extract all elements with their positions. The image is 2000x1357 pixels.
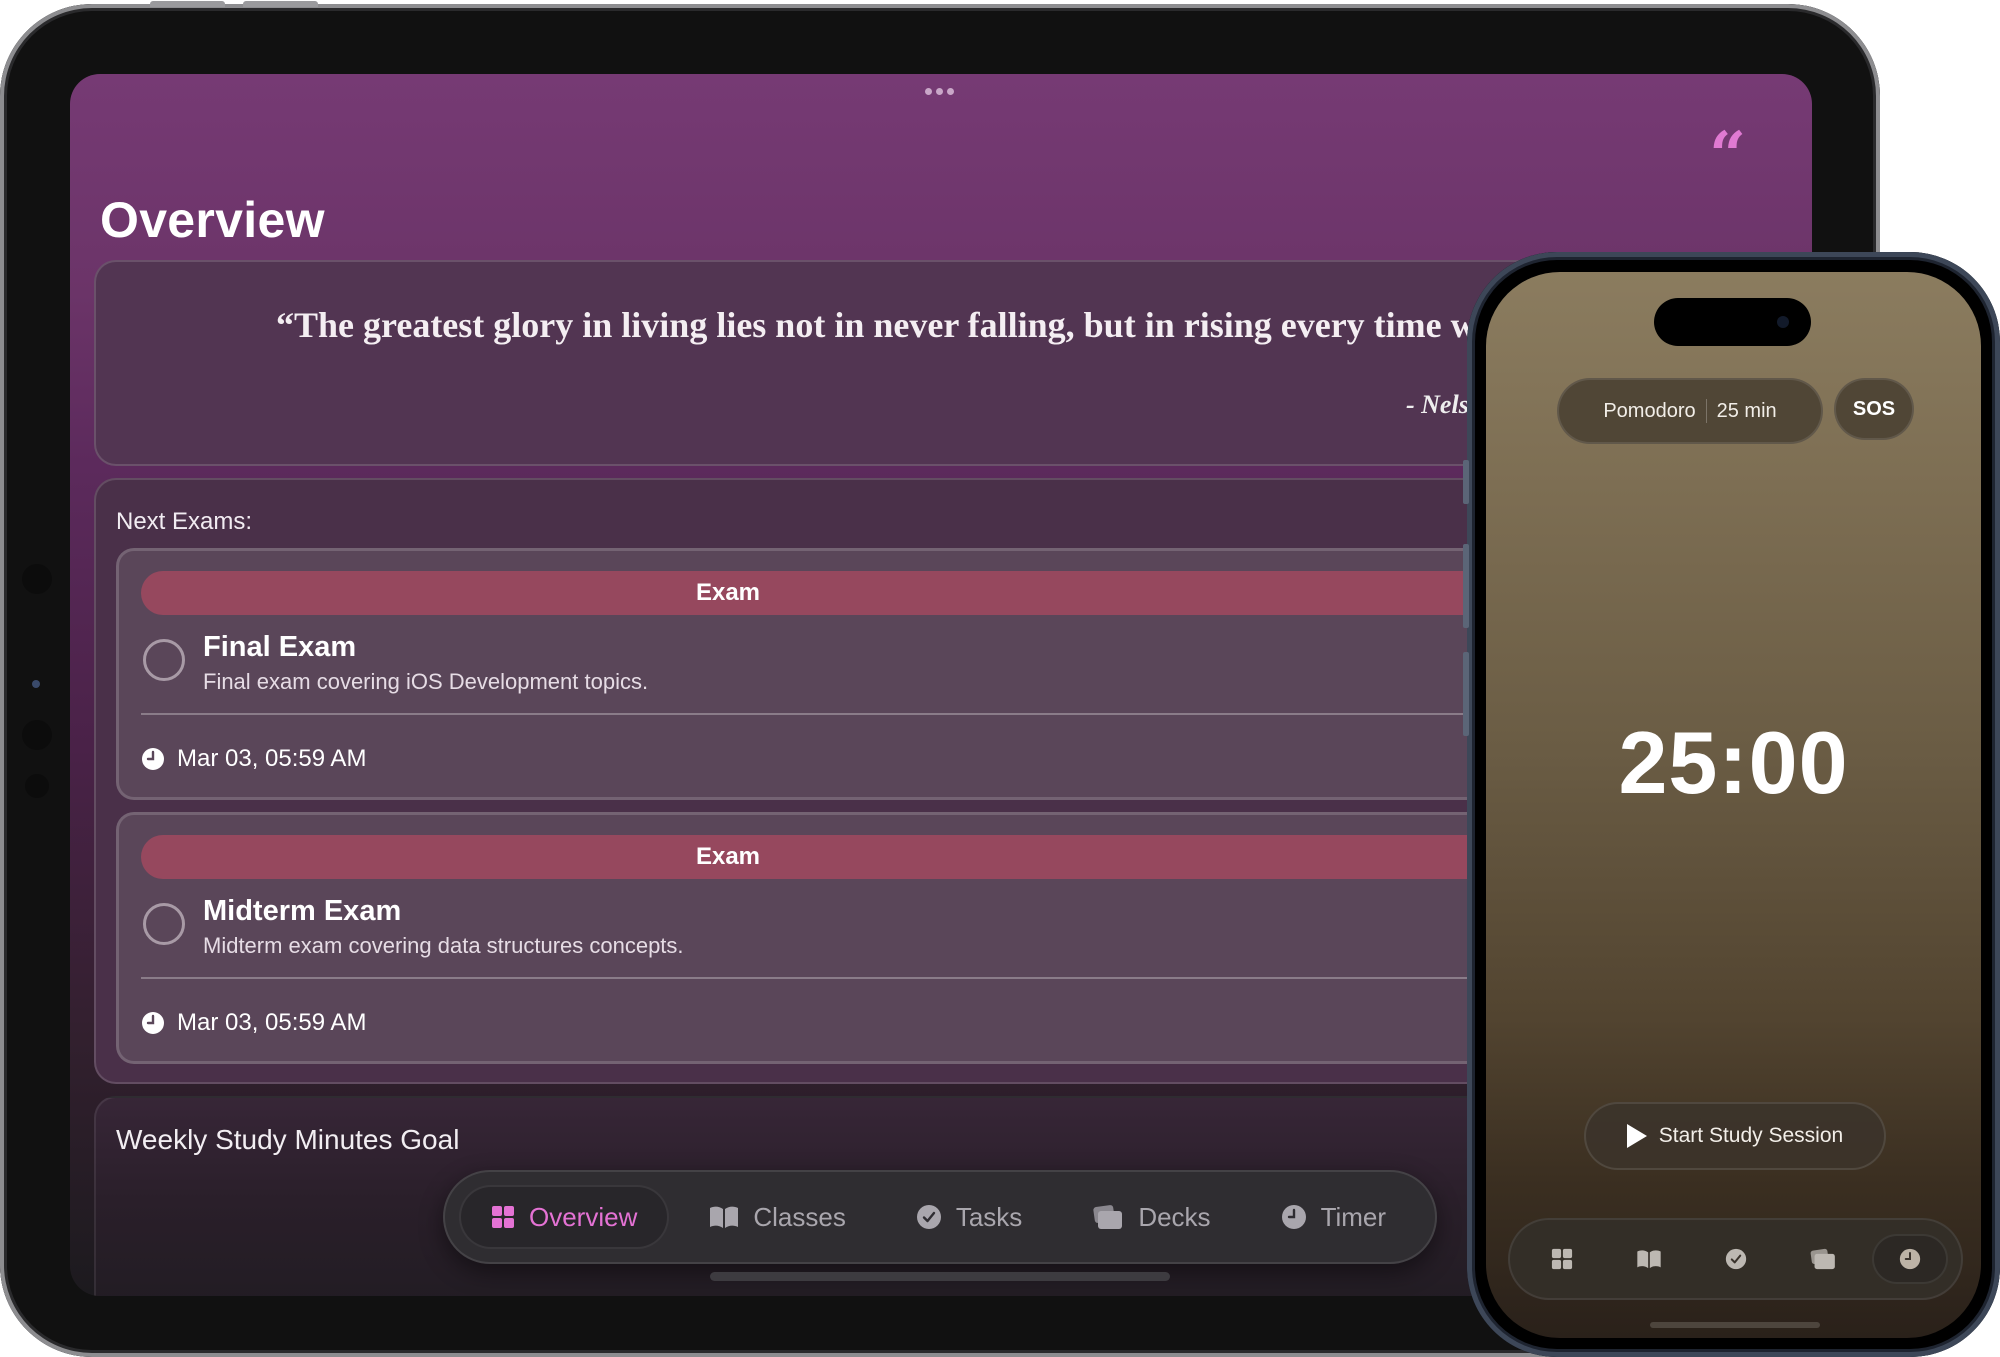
weekly-goal-title: Weekly Study Minutes Goal xyxy=(116,1124,460,1155)
clock-icon xyxy=(1281,1205,1306,1229)
tab-timer[interactable] xyxy=(1871,1234,1948,1284)
cards-icon xyxy=(1810,1248,1835,1270)
iphone-side-button xyxy=(1463,460,1469,504)
ipad-sensor xyxy=(25,774,49,798)
multitasking-ellipsis-icon[interactable] xyxy=(925,88,954,95)
tab-label: Classes xyxy=(753,1201,846,1232)
ipad-sensor xyxy=(22,564,52,594)
clock-icon xyxy=(1899,1248,1920,1270)
iphone-device: Pomodoro 25 min SOS 25:00 Start Study Se… xyxy=(1463,252,2000,1357)
tab-classes[interactable]: Classes xyxy=(679,1185,875,1249)
timer-display: 25:00 xyxy=(1618,713,1849,812)
exam-description: Final exam covering iOS Development topi… xyxy=(203,669,649,694)
tab-overview[interactable] xyxy=(1524,1234,1600,1284)
iphone-side-button xyxy=(1463,544,1469,628)
tab-label: Timer xyxy=(1320,1201,1387,1232)
iphone-screen: Pomodoro 25 min SOS 25:00 Start Study Se… xyxy=(1486,272,1981,1338)
start-button-label: Start Study Session xyxy=(1658,1124,1844,1147)
exam-title: Midterm Exam xyxy=(203,895,402,927)
exam-description: Midterm exam covering data structures co… xyxy=(203,933,684,958)
sos-button[interactable]: SOS xyxy=(1834,378,1914,440)
page-title: Overview xyxy=(100,192,325,248)
timer-mode-selector[interactable]: Pomodoro 25 min xyxy=(1557,378,1823,444)
mode-duration: 25 min xyxy=(1716,399,1777,422)
cards-icon xyxy=(1093,1205,1123,1229)
exam-tag-label: Exam xyxy=(695,843,761,870)
tab-classes[interactable] xyxy=(1611,1234,1687,1284)
exam-datetime-text: Mar 03, 05:59 AM xyxy=(177,745,367,772)
ipad-sensor xyxy=(22,720,52,750)
iphone-tab-bar xyxy=(1508,1218,1963,1300)
dynamic-island xyxy=(1654,298,1811,346)
home-indicator[interactable] xyxy=(1650,1322,1820,1328)
ipad-tab-bar: Overview Classes Tasks Decks Timer xyxy=(443,1170,1437,1264)
quote-text: “The greatest glory in living lies not i… xyxy=(276,305,1579,345)
tab-tasks[interactable]: Tasks xyxy=(886,1185,1052,1249)
ipad-top-button xyxy=(243,1,318,7)
front-camera xyxy=(1777,316,1789,328)
tab-decks[interactable]: Decks xyxy=(1062,1185,1240,1249)
tab-label: Decks xyxy=(1138,1201,1211,1232)
iphone-side-button xyxy=(1463,652,1469,736)
clock-icon xyxy=(141,747,165,771)
exam-tag-label: Exam xyxy=(695,579,761,606)
checkmark-circle-icon xyxy=(1725,1248,1746,1270)
checkmark-circle-icon xyxy=(916,1205,941,1229)
quote-icon[interactable]: “ xyxy=(1709,124,1746,188)
exam-complete-checkbox[interactable] xyxy=(143,639,185,681)
book-icon xyxy=(1636,1250,1661,1269)
ipad-camera xyxy=(32,680,40,688)
book-icon xyxy=(710,1206,739,1228)
exam-datetime: Mar 03, 05:59 AM xyxy=(141,745,366,773)
divider xyxy=(1705,399,1707,423)
clock-icon xyxy=(141,1011,165,1035)
exam-datetime-text: Mar 03, 05:59 AM xyxy=(177,1009,367,1036)
play-icon xyxy=(1626,1124,1647,1148)
grid-icon xyxy=(1551,1248,1572,1270)
start-study-session-button[interactable]: Start Study Session xyxy=(1584,1102,1886,1170)
tab-timer[interactable]: Timer xyxy=(1251,1185,1416,1249)
tab-decks[interactable] xyxy=(1785,1234,1861,1284)
mode-name: Pomodoro xyxy=(1603,399,1696,422)
tab-label: Tasks xyxy=(955,1201,1023,1232)
tab-label: Overview xyxy=(529,1201,638,1232)
grid-icon xyxy=(492,1206,514,1228)
exam-complete-checkbox[interactable] xyxy=(143,903,185,945)
tab-tasks[interactable] xyxy=(1698,1234,1774,1284)
next-exams-label: Next Exams: xyxy=(116,508,253,535)
home-indicator[interactable] xyxy=(710,1272,1170,1281)
ipad-top-button xyxy=(150,1,225,7)
exam-datetime: Mar 03, 05:59 AM xyxy=(141,1009,366,1037)
tab-overview[interactable]: Overview xyxy=(459,1185,670,1249)
exam-title: Final Exam xyxy=(203,631,357,663)
